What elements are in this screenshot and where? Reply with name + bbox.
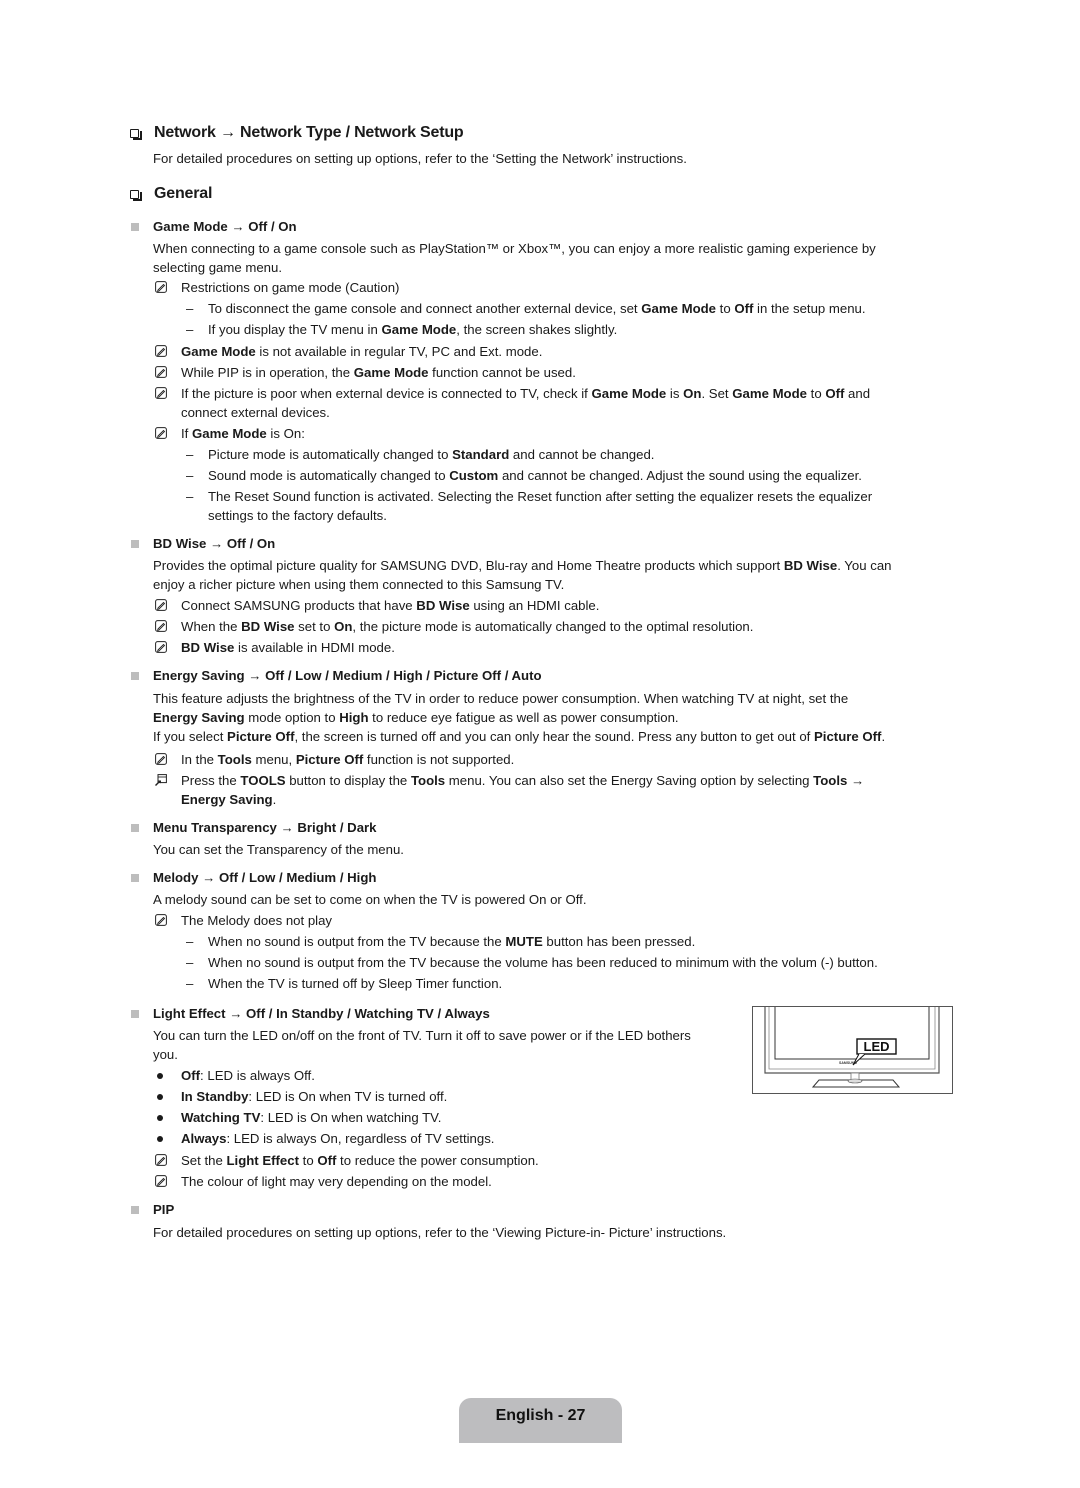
dash-item: – The Reset Sound function is activated.… [186,489,873,523]
square-bullet-icon [131,222,139,231]
section-general-title: General [130,185,212,203]
note-pencil-icon [155,1154,167,1166]
dash-item: – If you display the TV menu in Game Mod… [186,322,618,337]
tools-shortcut-icon [155,774,167,786]
network-description: For detailed procedures on setting up op… [153,151,687,166]
note-pencil-icon [155,387,167,399]
page-number-tab: English - 27 [459,1398,622,1443]
note: Set the Light Effect to Off to reduce th… [153,1151,913,1170]
page-number: English - 27 [495,1407,586,1424]
pip-heading: PIP [131,1202,174,1217]
checkbox-square-icon [130,189,142,201]
note-pencil-icon [155,641,167,653]
note: The Melody does not play [153,911,913,930]
dash-item: – To disconnect the game console and con… [186,301,866,316]
bullet-item: In Standby: LED is On when TV is turned … [155,1087,715,1106]
note-pencil-icon [155,620,167,632]
checkbox-square-icon [130,128,142,140]
bd-wise-text: Provides the optimal picture quality for… [153,558,892,592]
bullet-dot-icon [157,1136,163,1142]
energy-saving-text: This feature adjusts the brightness of t… [153,691,886,744]
tools-note: Press the TOOLS button to display the To… [153,771,913,809]
dash-item: – Picture mode is automatically changed … [186,447,655,462]
section-network-title: Network → Network Type / Network Setup [130,124,464,142]
note: While PIP is in operation, the Game Mode… [153,363,913,382]
note: If Game Mode is On: [153,424,913,443]
bullet-dot-icon [157,1073,163,1079]
note: BD Wise is available in HDMI mode. [153,638,913,657]
square-bullet-icon [131,539,139,548]
tv-led-illustration: LED SAMSUNG [752,1006,953,1094]
note: If the picture is poor when external dev… [153,384,913,422]
game-mode-heading: Game Mode → Off / On [131,219,297,234]
note-pencil-icon [155,345,167,357]
bullet-item: Watching TV: LED is On when watching TV. [155,1108,715,1127]
menu-transparency-text: You can set the Transparency of the menu… [153,842,404,857]
square-bullet-icon [131,873,139,882]
note-pencil-icon [155,914,167,926]
square-bullet-icon [131,823,139,832]
light-effect-text: You can turn the LED on/off on the front… [153,1028,691,1062]
light-effect-heading: Light Effect → Off / In Standby / Watchi… [131,1006,490,1021]
bullet-dot-icon [157,1115,163,1121]
bullet-item: Always: LED is always On, regardless of … [155,1129,715,1148]
game-mode-text-2: selecting game menu. [153,260,283,275]
bullet-item: Off: LED is always Off. [155,1066,715,1085]
note: Connect SAMSUNG products that have BD Wi… [153,596,913,615]
bd-wise-heading: BD Wise → Off / On [131,536,275,551]
note: In the Tools menu, Picture Off function … [153,750,913,769]
brand-label: SAMSUNG [839,1061,857,1065]
square-bullet-icon [131,1205,139,1214]
note: The colour of light may very depending o… [153,1172,913,1191]
note-pencil-icon [155,599,167,611]
note-pencil-icon [155,281,167,293]
bullet-dot-icon [157,1094,163,1100]
melody-heading: Melody → Off / Low / Medium / High [131,870,376,885]
note-pencil-icon [155,753,167,765]
square-bullet-icon [131,1009,139,1018]
note: When the BD Wise set to On, the picture … [153,617,913,636]
note-pencil-icon [155,1175,167,1187]
dash-item: – When the TV is turned off by Sleep Tim… [186,976,503,991]
dash-item: – When no sound is output from the TV be… [186,934,696,949]
melody-text: A melody sound can be set to come on whe… [153,892,587,907]
menu-transparency-heading: Menu Transparency → Bright / Dark [131,820,377,835]
dash-item: – Sound mode is automatically changed to… [186,468,862,483]
tv-drawing-icon: LED SAMSUNG [764,1007,940,1088]
pip-text: For detailed procedures on setting up op… [153,1225,727,1240]
note: Restrictions on game mode (Caution) [153,278,913,297]
led-label: LED [864,1039,890,1054]
note-pencil-icon [155,427,167,439]
square-bullet-icon [131,671,139,680]
game-mode-text-1: When connecting to a game console such a… [153,241,876,256]
note-pencil-icon [155,366,167,378]
note: Game Mode is not available in regular TV… [153,342,913,361]
dash-item: – When no sound is output from the TV be… [186,955,878,970]
energy-saving-heading: Energy Saving → Off / Low / Medium / Hig… [131,668,542,683]
